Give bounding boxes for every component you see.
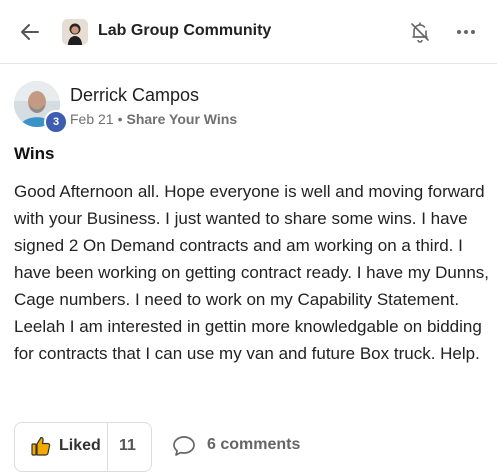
more-options-button[interactable] xyxy=(454,20,478,44)
thumbs-up-icon xyxy=(31,436,51,456)
like-divider xyxy=(107,423,108,471)
arrow-left-icon xyxy=(21,24,39,40)
comments-count-label: 6 comments xyxy=(207,436,301,453)
post-category-link[interactable]: Share Your Wins xyxy=(127,111,238,127)
more-horizontal-icon xyxy=(457,30,475,34)
like-button[interactable]: Liked 11 xyxy=(14,422,152,472)
level-badge: 3 xyxy=(44,110,68,134)
like-label: Liked xyxy=(59,437,101,454)
back-button[interactable] xyxy=(18,20,42,44)
top-app-bar: Lab Group Community xyxy=(0,0,497,64)
post-title: Wins xyxy=(14,144,55,163)
notifications-toggle-button[interactable] xyxy=(408,20,432,44)
author-name[interactable]: Derrick Campos xyxy=(70,85,199,106)
post-meta: Feb 21 • Share Your Wins xyxy=(70,111,237,127)
meta-separator: • xyxy=(117,111,123,127)
bell-off-icon xyxy=(411,22,429,43)
post-date: Feb 21 xyxy=(70,111,114,127)
post-body: Good Afternoon all. Hope everyone is wel… xyxy=(14,182,490,363)
group-avatar[interactable] xyxy=(62,19,88,45)
group-title[interactable]: Lab Group Community xyxy=(98,22,271,40)
like-count[interactable]: 11 xyxy=(119,437,136,455)
chat-bubble-icon xyxy=(173,436,195,456)
